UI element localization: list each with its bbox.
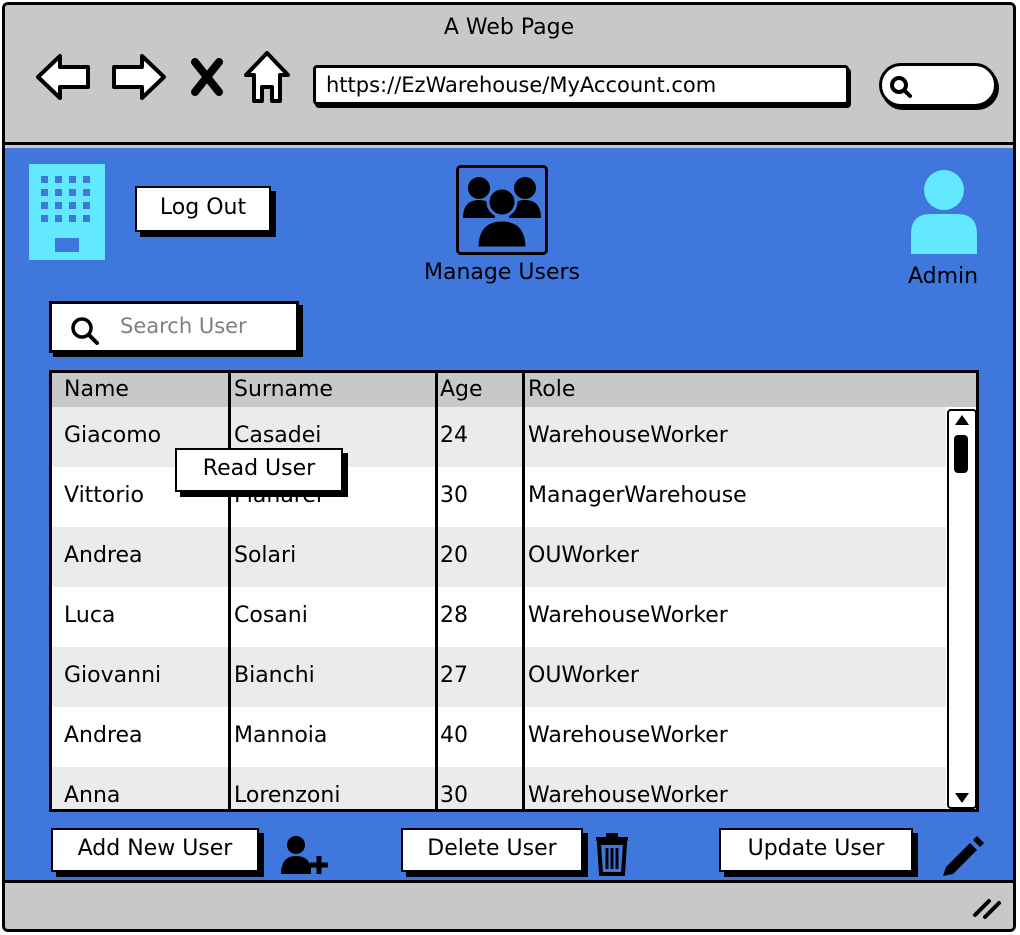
back-button[interactable] [33,47,93,107]
cell-name: Luca [64,603,116,628]
page-content: Log Out Manage Users Admin Search User N… [5,148,1013,883]
search-placeholder: Search User [120,314,247,338]
users-group-icon [456,165,548,255]
search-icon [71,317,99,345]
scroll-up-icon[interactable] [953,413,971,427]
cell-age: 30 [440,783,468,808]
browser-titlebar: A Web Page https://EzWarehouse/MyAccount… [5,5,1013,145]
browser-statusbar [5,880,1013,929]
address-bar[interactable]: https://EzWarehouse/MyAccount.com [313,65,849,105]
stop-button[interactable] [179,47,235,107]
cell-name: Andrea [64,543,143,568]
update-user-button[interactable]: Update User [719,828,913,872]
cell-age: 27 [440,663,468,688]
logout-button[interactable]: Log Out [135,186,271,232]
cell-role: OUWorker [528,543,639,568]
user-name-label: Admin [907,264,979,289]
cell-role: WarehouseWorker [528,423,728,448]
browser-search-field[interactable] [879,63,997,107]
column-divider [435,373,438,809]
scrollbar-thumb[interactable] [954,435,968,473]
back-arrow-icon [36,54,90,100]
trash-icon[interactable] [591,832,633,876]
search-icon [890,76,912,98]
cell-role: OUWorker [528,663,639,688]
admin-avatar-icon[interactable] [907,168,981,256]
column-divider [522,373,525,809]
scroll-down-icon[interactable] [953,791,971,805]
pencil-icon[interactable] [939,832,987,878]
table-scrollbar[interactable] [947,409,976,809]
read-user-button[interactable]: Read User [175,448,343,492]
cell-age: 40 [440,723,468,748]
cell-role: WarehouseWorker [528,603,728,628]
column-header-role[interactable]: Role [528,375,575,405]
resize-grip-icon[interactable] [971,895,1003,919]
search-user-input[interactable]: Search User [49,301,299,353]
delete-user-button[interactable]: Delete User [401,828,583,872]
cell-name: Anna [64,783,121,808]
home-icon [244,51,290,103]
add-new-user-button[interactable]: Add New User [51,828,259,872]
add-user-icon[interactable] [279,834,331,876]
cell-surname: Cosani [234,603,308,628]
cell-name: Andrea [64,723,143,748]
cell-surname: Mannoia [234,723,328,748]
cell-age: 30 [440,483,468,508]
column-header-surname[interactable]: Surname [234,375,333,405]
page-title: Manage Users [424,260,580,285]
forward-arrow-icon [112,54,166,100]
users-table: Name Surname Age Role Giacomo Casadei 24… [49,370,979,812]
table-header: Name Surname Age Role [52,373,976,407]
forward-button[interactable] [109,47,169,107]
cell-age: 24 [440,423,468,448]
cell-surname: Solari [234,543,297,568]
column-header-age[interactable]: Age [440,375,483,405]
table-row[interactable]: Andrea Mannoia 40 WarehouseWorker [52,707,946,767]
cell-role: WarehouseWorker [528,783,728,808]
table-row[interactable]: Giovanni Bianchi 27 OUWorker [52,647,946,707]
column-header-name[interactable]: Name [64,375,129,405]
cell-age: 28 [440,603,468,628]
cell-name: Vittorio [64,483,145,508]
browser-window: A Web Page https://EzWarehouse/MyAccount… [2,2,1016,932]
cell-name: Giovanni [64,663,162,688]
building-logo-icon [29,164,105,260]
cell-name: Giacomo [64,423,162,448]
table-row[interactable]: Luca Cosani 28 WarehouseWorker [52,587,946,647]
column-divider [228,373,231,809]
window-title: A Web Page [443,15,575,40]
table-row[interactable]: Andrea Solari 20 OUWorker [52,527,946,587]
cell-age: 20 [440,543,468,568]
home-button[interactable] [237,47,297,107]
cell-surname: Bianchi [234,663,315,688]
close-x-icon [191,58,223,96]
cell-surname: Lorenzoni [234,783,341,808]
cell-role: ManagerWarehouse [528,483,747,508]
cell-surname: Casadei [234,423,322,448]
cell-role: WarehouseWorker [528,723,728,748]
table-row[interactable]: Anna Lorenzoni 30 WarehouseWorker [52,767,946,809]
